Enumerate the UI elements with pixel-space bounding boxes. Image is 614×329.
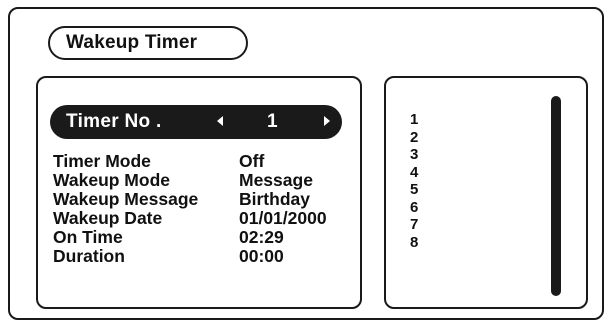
timer-number-list: 1 2 3 4 5 6 7 8: [410, 111, 418, 251]
field-wakeup-mode[interactable]: Wakeup Mode Message: [53, 171, 353, 190]
timer-number-value: 1: [267, 111, 278, 132]
scrollbar[interactable]: [551, 96, 561, 296]
field-label: Wakeup Message: [53, 189, 199, 209]
field-value[interactable]: Off: [239, 152, 264, 171]
field-timer-mode[interactable]: Timer Mode Off: [53, 152, 353, 171]
field-label: Duration: [53, 246, 125, 266]
list-item[interactable]: 7: [410, 216, 418, 234]
list-item[interactable]: 4: [410, 164, 418, 182]
field-wakeup-message[interactable]: Wakeup Message Birthday: [53, 190, 353, 209]
triangle-right-icon[interactable]: [324, 116, 330, 126]
field-value[interactable]: Birthday: [239, 190, 310, 209]
timer-fields: Timer Mode Off Wakeup Mode Message Wakeu…: [53, 152, 353, 266]
field-label: On Time: [53, 227, 123, 247]
timer-number-selector[interactable]: Timer No . 1: [50, 105, 342, 139]
field-label: Wakeup Date: [53, 208, 163, 228]
field-label: Timer Mode: [53, 151, 151, 171]
list-item[interactable]: 1: [410, 111, 418, 129]
timer-number-label: Timer No .: [66, 111, 162, 132]
page-title-text: Wakeup Timer: [66, 32, 198, 53]
list-item[interactable]: 5: [410, 181, 418, 199]
list-item[interactable]: 8: [410, 234, 418, 252]
field-value[interactable]: 02:29: [239, 228, 284, 247]
field-value[interactable]: Message: [239, 171, 313, 190]
field-label: Wakeup Mode: [53, 170, 170, 190]
field-on-time[interactable]: On Time 02:29: [53, 228, 353, 247]
page-title: Wakeup Timer: [48, 26, 248, 60]
list-item[interactable]: 3: [410, 146, 418, 164]
field-wakeup-date[interactable]: Wakeup Date 01/01/2000: [53, 209, 353, 228]
field-duration[interactable]: Duration 00:00: [53, 247, 353, 266]
list-item[interactable]: 6: [410, 199, 418, 217]
field-value[interactable]: 00:00: [239, 247, 284, 266]
triangle-left-icon[interactable]: [217, 116, 223, 126]
field-value[interactable]: 01/01/2000: [239, 209, 327, 228]
list-item[interactable]: 2: [410, 129, 418, 147]
